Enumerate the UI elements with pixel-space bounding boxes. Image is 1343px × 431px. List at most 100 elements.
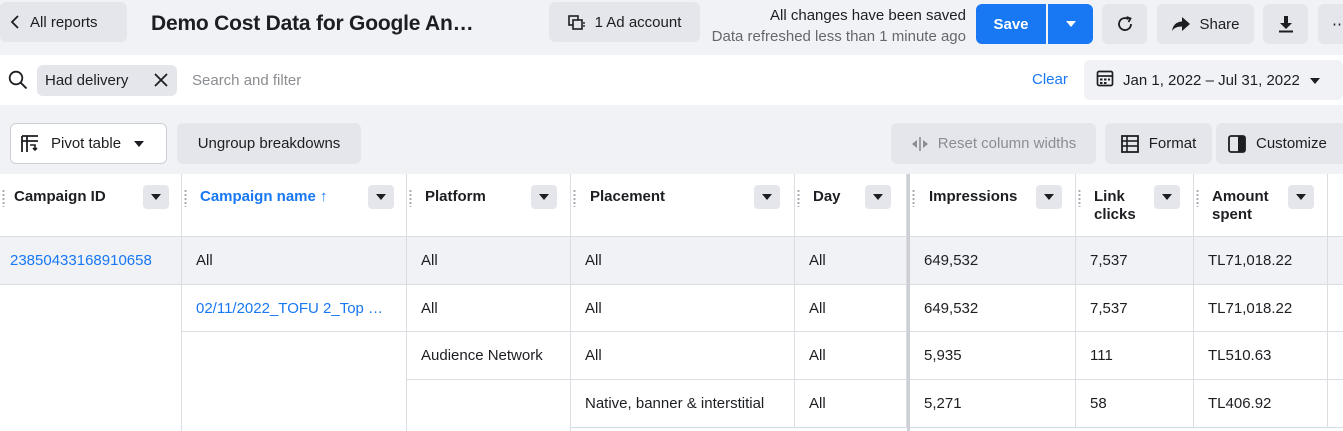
- drag-handle-icon[interactable]: [912, 189, 915, 207]
- ad-accounts-icon: [567, 14, 585, 30]
- caret-down-icon[interactable]: [531, 185, 557, 209]
- table-cell-link-clicks: 7,537: [1076, 285, 1194, 332]
- share-button[interactable]: Share: [1157, 4, 1254, 44]
- table-cell-amount-spent: TL510.63: [1194, 332, 1328, 380]
- clear-filters-link[interactable]: Clear: [1032, 71, 1068, 88]
- customize-label: Customize: [1256, 135, 1327, 152]
- column-header-link-clicks[interactable]: Link clicks: [1076, 174, 1194, 237]
- filter-chip-label: Had delivery: [45, 72, 129, 89]
- share-label: Share: [1199, 15, 1240, 33]
- frozen-column-divider[interactable]: [907, 174, 910, 431]
- search-filter-bar: Had delivery Clear Jan 1, 2022 – Jul 31,…: [0, 55, 1343, 105]
- drag-handle-icon[interactable]: [184, 189, 187, 207]
- column-header-day[interactable]: Day: [795, 174, 907, 237]
- table-cell-campaign-id-span: [0, 285, 182, 431]
- column-header-amount-spent[interactable]: Amount spent: [1194, 174, 1328, 237]
- caret-down-icon[interactable]: [1036, 185, 1062, 209]
- column-header-label: Amount spent: [1212, 188, 1269, 223]
- customize-button[interactable]: Customize: [1216, 123, 1343, 164]
- column-header-placement[interactable]: Placement: [571, 174, 795, 237]
- table-cell-day: All: [795, 380, 907, 428]
- column-header-impressions[interactable]: Impressions: [910, 174, 1076, 237]
- table-cell-placement: Native, banner & interstitial: [571, 380, 795, 428]
- report-title[interactable]: Demo Cost Data for Google An…: [151, 12, 474, 36]
- caret-down-icon: [1065, 20, 1077, 28]
- table-cell-overflow: [1328, 380, 1343, 428]
- save-options-button[interactable]: [1048, 4, 1093, 44]
- column-header-overflow: [1328, 174, 1343, 237]
- table-cell-campaign-name: All: [182, 237, 407, 285]
- format-button[interactable]: Format: [1105, 123, 1212, 164]
- table-cell-overflow: [1328, 332, 1343, 380]
- table-cell-platform: All: [407, 285, 571, 332]
- column-header-platform[interactable]: Platform: [407, 174, 571, 237]
- table-cell-placement: All: [571, 332, 795, 380]
- column-header-label: Platform: [425, 188, 486, 205]
- report-header: All reports Demo Cost Data for Google An…: [0, 0, 1343, 50]
- pivot-table: Campaign ID Campaign name ↑ Platform Pla…: [0, 174, 1343, 431]
- column-resize-icon: [911, 136, 929, 151]
- table-cell-impressions: 5,271: [910, 380, 1076, 428]
- reset-column-widths-label: Reset column widths: [937, 135, 1077, 152]
- refresh-button[interactable]: [1102, 4, 1147, 44]
- drag-handle-icon[interactable]: [797, 189, 800, 207]
- more-options-button[interactable]: ⋯: [1318, 4, 1343, 44]
- table-cell-campaign-name-span: [182, 332, 407, 431]
- table-cell-overflow: [1328, 285, 1343, 332]
- caret-down-icon[interactable]: [754, 185, 780, 209]
- caret-down-icon[interactable]: [1288, 185, 1314, 209]
- column-header-label: Placement: [590, 188, 666, 205]
- caret-down-icon: [133, 140, 145, 148]
- ad-account-button[interactable]: 1 Ad account: [549, 2, 700, 42]
- column-header-label: Campaign name ↑: [200, 188, 328, 205]
- more-icon: ⋯: [1332, 16, 1343, 33]
- save-status: All changes have been saved Data refresh…: [712, 5, 966, 47]
- all-reports-button[interactable]: All reports: [0, 2, 127, 42]
- table-cell-link-clicks: 58: [1076, 380, 1194, 428]
- format-icon: [1120, 134, 1139, 153]
- table-cell-amount-spent: TL71,018.22: [1194, 237, 1328, 285]
- table-cell-day: All: [795, 237, 907, 285]
- drag-handle-icon[interactable]: [2, 189, 5, 207]
- table-cell-placement: All: [571, 285, 795, 332]
- column-header-campaign-name[interactable]: Campaign name ↑: [182, 174, 407, 237]
- caret-down-icon[interactable]: [1154, 185, 1180, 209]
- refresh-icon: [1116, 15, 1134, 33]
- reset-column-widths-button[interactable]: Reset column widths: [891, 123, 1096, 164]
- column-header-campaign-id[interactable]: Campaign ID: [0, 174, 182, 237]
- save-button[interactable]: Save: [976, 4, 1046, 44]
- ungroup-breakdowns-button[interactable]: Ungroup breakdowns: [177, 123, 361, 164]
- format-label: Format: [1148, 135, 1197, 152]
- save-status-text: All changes have been saved: [770, 7, 966, 24]
- pivot-table-label: Pivot table: [51, 135, 122, 152]
- filter-chip-had-delivery[interactable]: Had delivery: [37, 65, 177, 96]
- caret-down-icon[interactable]: [143, 185, 169, 209]
- table-cell-campaign-name[interactable]: 02/11/2022_TOFU 2_Top …: [182, 285, 407, 332]
- table-cell-campaign-id[interactable]: 23850433168910658: [0, 237, 182, 285]
- drag-handle-icon[interactable]: [1196, 189, 1199, 207]
- pivot-table-button[interactable]: Pivot table: [10, 123, 167, 164]
- pivot-table-icon: [21, 134, 39, 153]
- ad-account-label: 1 Ad account: [594, 13, 682, 31]
- table-cell-impressions: 649,532: [910, 285, 1076, 332]
- caret-down-icon[interactable]: [865, 185, 891, 209]
- close-icon[interactable]: [153, 72, 169, 92]
- column-header-label: Campaign ID: [14, 188, 106, 205]
- search-input[interactable]: [184, 65, 704, 96]
- caret-down-icon[interactable]: [368, 185, 394, 209]
- table-cell-impressions: 5,935: [910, 332, 1076, 380]
- download-button[interactable]: [1263, 4, 1308, 44]
- drag-handle-icon[interactable]: [409, 189, 412, 207]
- refresh-status-text: Data refreshed less than 1 minute ago: [711, 28, 966, 45]
- date-range-picker[interactable]: Jan 1, 2022 – Jul 31, 2022: [1084, 60, 1343, 100]
- calendar-icon: [1096, 69, 1114, 91]
- search-icon: [8, 70, 28, 94]
- chevron-left-icon: [10, 15, 20, 29]
- drag-handle-icon[interactable]: [1078, 189, 1081, 207]
- column-header-label: Link clicks: [1094, 188, 1136, 223]
- customize-columns-icon: [1228, 134, 1246, 153]
- table-cell-link-clicks: 7,537: [1076, 237, 1194, 285]
- table-cell-impressions: 649,532: [910, 237, 1076, 285]
- drag-handle-icon[interactable]: [573, 189, 576, 207]
- column-header-label: Day: [813, 188, 841, 205]
